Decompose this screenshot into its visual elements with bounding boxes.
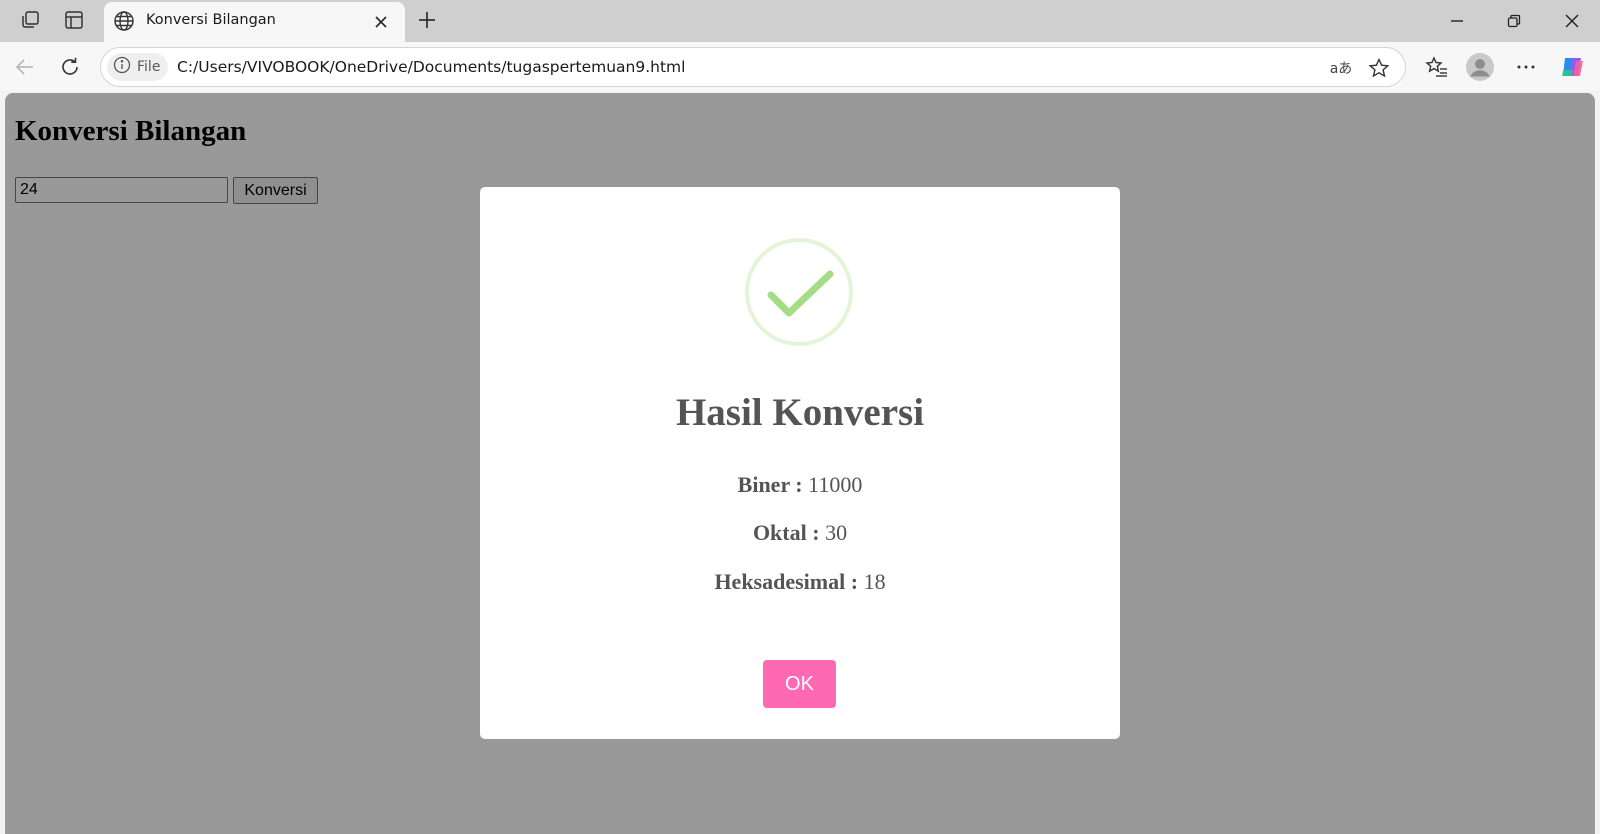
browser-tab-strip: Konversi Bilangan xyxy=(0,0,1600,42)
result-label: Biner : xyxy=(737,472,803,497)
site-chip-label: File xyxy=(137,59,161,75)
workspaces-icon[interactable] xyxy=(14,6,46,34)
browser-toolbar: File C:/Users/VIVOBOOK/OneDrive/Document… xyxy=(0,42,1600,91)
result-value: 11000 xyxy=(808,472,863,497)
tab-title: Konversi Bilangan xyxy=(146,12,276,28)
read-aloud-icon[interactable]: aあ xyxy=(1326,53,1356,83)
result-dialog: Hasil Konversi Biner : 11000 Oktal : 30 … xyxy=(480,187,1120,739)
minimize-icon[interactable] xyxy=(1429,0,1485,42)
dialog-title: Hasil Konversi xyxy=(675,391,925,434)
address-bar[interactable]: File C:/Users/VIVOBOOK/OneDrive/Document… xyxy=(100,47,1406,87)
new-tab-icon[interactable] xyxy=(412,6,442,34)
result-value: 18 xyxy=(863,569,886,594)
favorite-star-icon[interactable] xyxy=(1364,53,1394,83)
browser-tab-active[interactable]: Konversi Bilangan xyxy=(104,2,405,42)
result-hexadecimal: Heksadesimal : 18 xyxy=(480,569,1120,595)
page-viewport: Konversi Bilangan Konversi Hasil Konvers… xyxy=(5,93,1595,834)
result-label: Heksadesimal : xyxy=(714,569,859,594)
back-arrow-icon[interactable] xyxy=(8,50,42,84)
result-value: 30 xyxy=(825,520,848,545)
site-info-button[interactable]: File xyxy=(107,53,169,81)
url-text[interactable]: C:/Users/VIVOBOOK/OneDrive/Documents/tug… xyxy=(177,58,685,76)
restore-icon[interactable] xyxy=(1486,0,1542,42)
read-aloud-glyph: aあ xyxy=(1329,61,1353,77)
globe-icon xyxy=(113,10,135,37)
result-octal: Oktal : 30 xyxy=(480,520,1120,546)
vertical-tabs-icon[interactable] xyxy=(58,6,90,34)
more-menu-icon[interactable] xyxy=(1509,50,1543,84)
favorites-list-icon[interactable] xyxy=(1420,50,1454,84)
success-check-icon xyxy=(744,237,854,347)
refresh-icon[interactable] xyxy=(53,50,87,84)
copilot-icon[interactable] xyxy=(1556,50,1590,84)
result-binary: Biner : 11000 xyxy=(480,472,1120,498)
result-label: Oktal : xyxy=(752,520,820,545)
info-icon xyxy=(113,56,131,79)
close-window-icon[interactable] xyxy=(1544,0,1600,42)
close-tab-icon[interactable] xyxy=(370,11,392,33)
profile-avatar-icon[interactable] xyxy=(1463,50,1497,84)
ok-button[interactable]: OK xyxy=(763,660,836,708)
